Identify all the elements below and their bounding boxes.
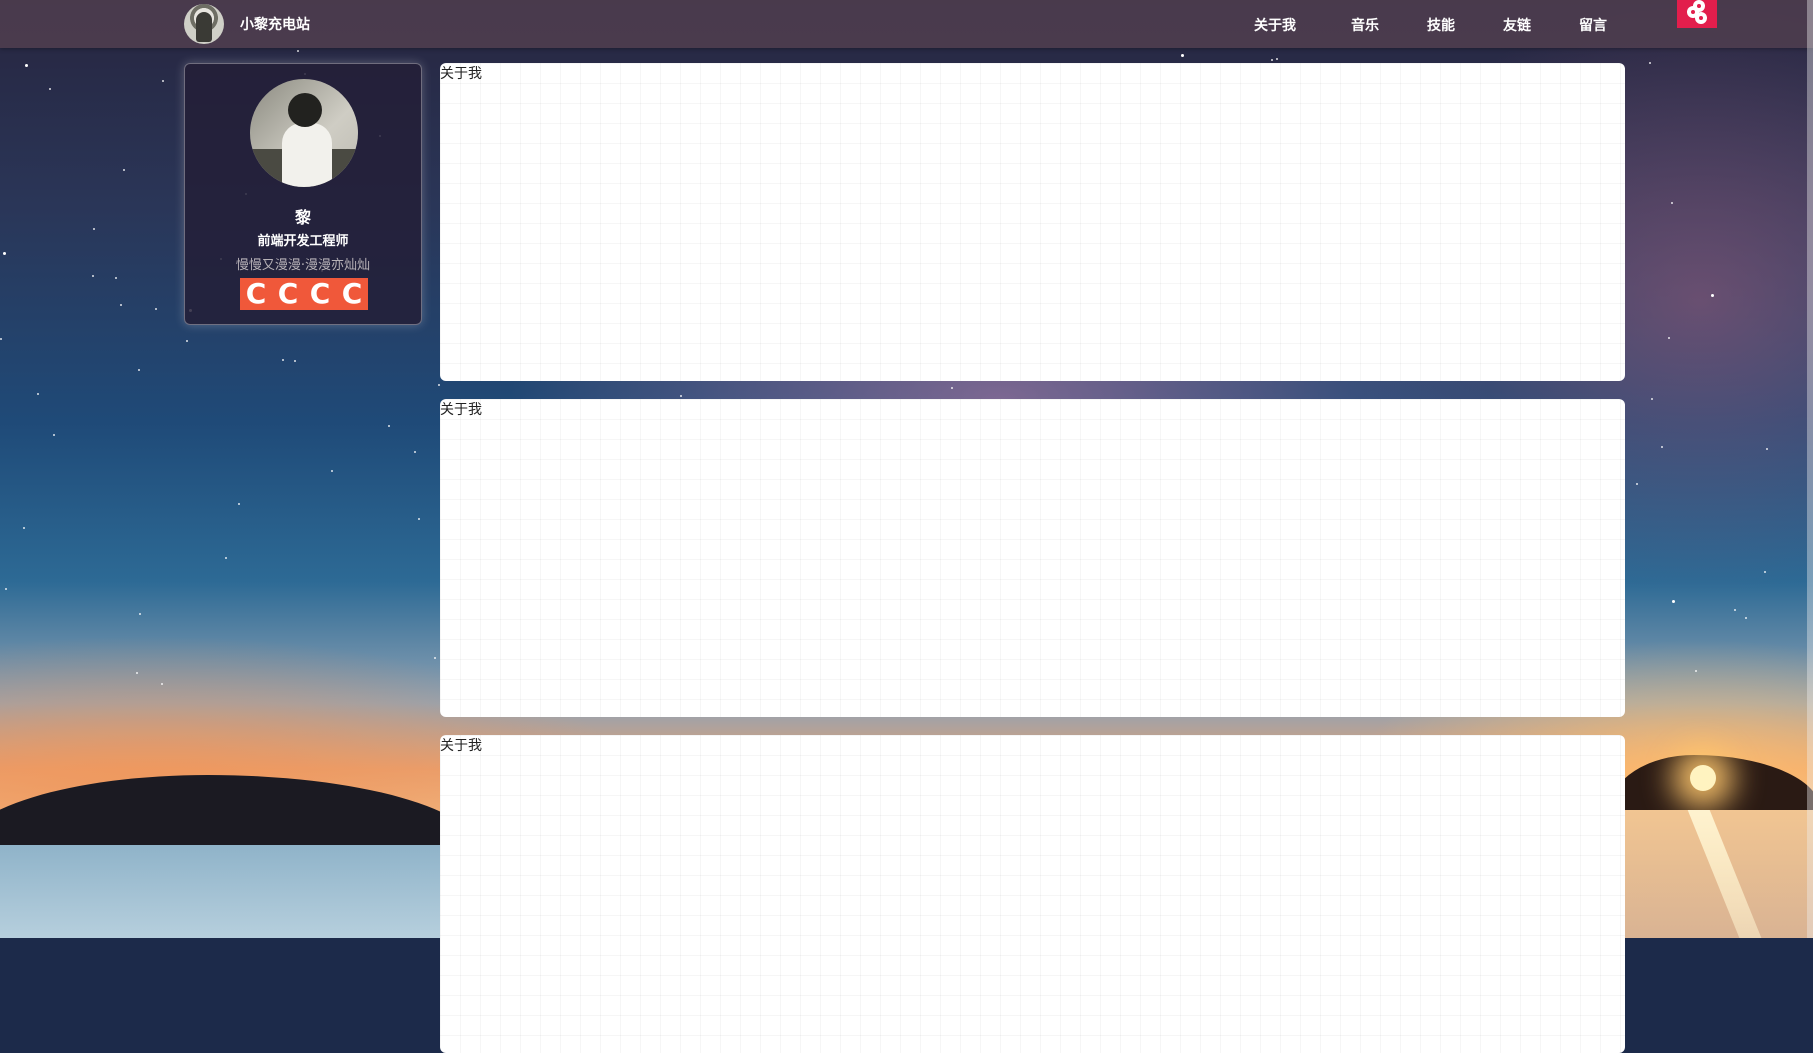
star [186, 340, 188, 342]
star [238, 503, 240, 505]
panel-title: 关于我 [440, 402, 482, 418]
star [1276, 58, 1278, 60]
star [0, 338, 2, 340]
star [1181, 54, 1184, 57]
star [92, 275, 94, 277]
star [951, 387, 953, 389]
content-panel: 关于我 [440, 735, 1625, 1053]
star [1764, 571, 1766, 573]
nav-item-links[interactable]: 友链 [1503, 15, 1531, 35]
hill-silhouette [0, 775, 480, 855]
social-icon[interactable]: C [310, 278, 331, 310]
star [161, 683, 163, 685]
content-panel: 关于我 [440, 399, 1625, 717]
star [49, 88, 51, 90]
star [1745, 617, 1747, 619]
star [5, 588, 7, 590]
star [1672, 600, 1675, 603]
star [1671, 202, 1673, 204]
star [123, 169, 125, 171]
sun [1690, 765, 1716, 791]
star [1636, 483, 1638, 485]
nav-item-music[interactable]: 音乐 [1351, 15, 1379, 35]
star [680, 395, 682, 397]
star [434, 657, 436, 659]
profile-card: 黎 前端开发工程师 慢慢又漫漫·漫漫亦灿灿 C C C C [184, 63, 422, 325]
star [418, 518, 420, 520]
star [25, 64, 28, 67]
star [139, 613, 141, 615]
star [1695, 670, 1697, 672]
social-icon[interactable]: C [246, 278, 267, 310]
profile-motto: 慢慢又漫漫·漫漫亦灿灿 [235, 258, 371, 273]
star [93, 228, 95, 230]
social-icon[interactable]: C [278, 278, 299, 310]
star [115, 277, 117, 279]
profile-job-title: 前端开发工程师 [257, 234, 349, 249]
star [1766, 448, 1768, 450]
star [23, 527, 25, 529]
music-player-button[interactable] [1677, 0, 1717, 28]
star [136, 672, 138, 674]
star [388, 425, 390, 427]
social-icon[interactable]: C [342, 278, 363, 310]
lake-left [0, 845, 460, 938]
star [331, 470, 333, 472]
page-scrollbar[interactable] [1807, 0, 1813, 938]
profile-name: 黎 [294, 208, 311, 227]
star [1649, 62, 1651, 64]
nav-item-skills[interactable]: 技能 [1427, 15, 1455, 35]
star [414, 451, 416, 453]
nav-item-about[interactable]: 关于我 [1254, 15, 1296, 35]
star [53, 434, 55, 436]
star [282, 359, 284, 361]
top-navbar: 小黎充电站 关于我 音乐 技能 友链 留言 [0, 0, 1813, 48]
site-title[interactable]: 小黎充电站 [240, 14, 310, 34]
content-panel: 关于我 [440, 63, 1625, 381]
social-links: C C C C [240, 278, 368, 310]
profile-avatar [250, 79, 358, 187]
star [1711, 294, 1714, 297]
star [1668, 337, 1670, 339]
star [297, 50, 299, 52]
star [1651, 398, 1653, 400]
music-disc-icon [1687, 0, 1707, 24]
star [1271, 59, 1273, 61]
star [155, 308, 157, 310]
star [225, 557, 227, 559]
nav-item-messages[interactable]: 留言 [1579, 15, 1607, 35]
star [294, 360, 296, 362]
site-logo-avatar[interactable] [184, 4, 224, 44]
star [120, 304, 122, 306]
star [1661, 446, 1663, 448]
panel-title: 关于我 [440, 738, 482, 754]
star [438, 384, 440, 386]
panel-title: 关于我 [440, 66, 482, 82]
star [1734, 609, 1736, 611]
star [3, 252, 6, 255]
star [162, 80, 164, 82]
star [37, 393, 39, 395]
star [138, 369, 140, 371]
